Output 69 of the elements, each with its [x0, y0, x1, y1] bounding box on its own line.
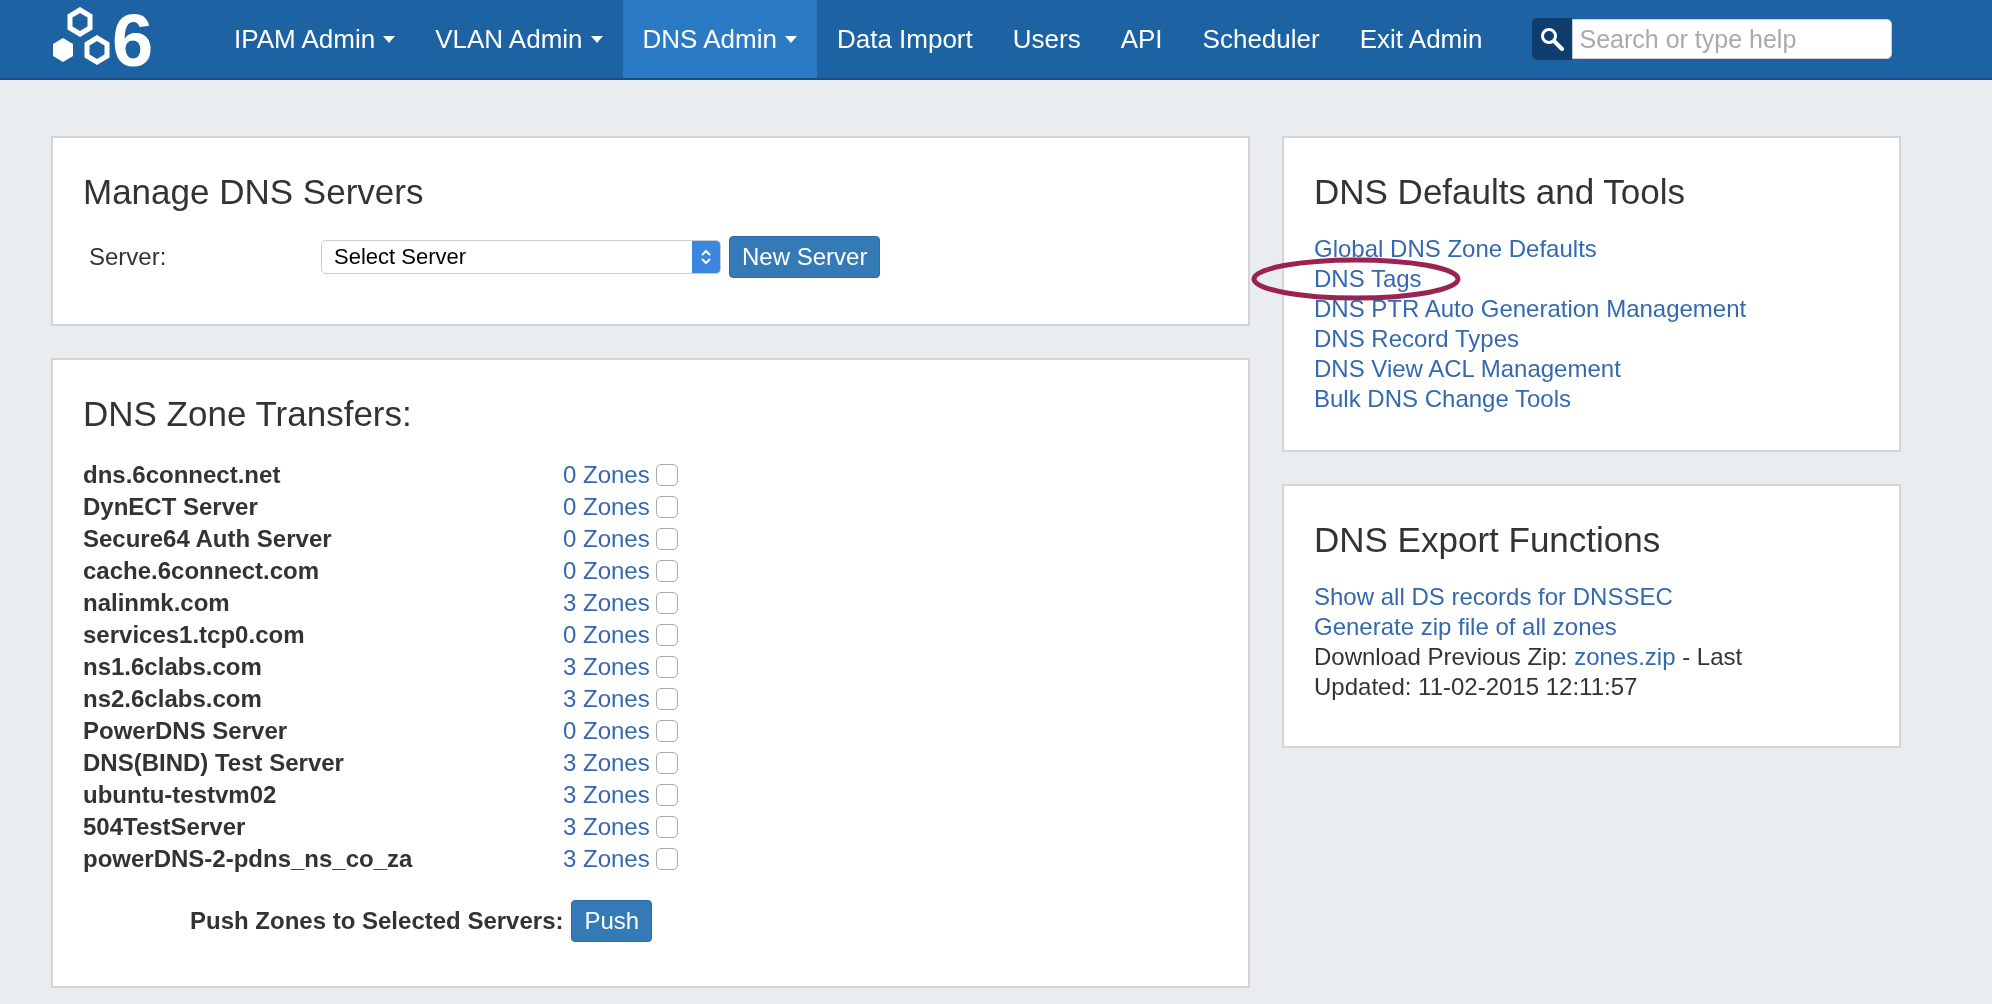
server-name: DNS(BIND) Test Server — [83, 749, 345, 777]
panel-title: DNS Zone Transfers: — [83, 394, 413, 434]
tool-link[interactable]: DNS View ACL Management — [1314, 355, 1621, 382]
server-checkbox[interactable] — [655, 752, 678, 774]
stepper-icon — [700, 247, 712, 267]
server-checkbox[interactable] — [655, 720, 678, 742]
tool-link[interactable]: DNS Record Types — [1314, 325, 1519, 352]
zones-link[interactable]: 3 Zones — [563, 684, 650, 714]
server-name: 504TestServer — [83, 813, 247, 841]
zones-link[interactable]: 3 Zones — [563, 780, 650, 810]
push-label: Push Zones to Selected Servers: — [190, 907, 564, 935]
server-checkbox[interactable] — [655, 848, 678, 870]
server-checkbox[interactable] — [655, 784, 678, 806]
nav-tab[interactable]: Scheduler — [1182, 0, 1340, 78]
server-checkbox[interactable] — [655, 464, 678, 486]
server-checkbox[interactable] — [655, 688, 678, 710]
zones-link[interactable]: 3 Zones — [563, 812, 650, 842]
server-name: cache.6connect.com — [83, 557, 321, 585]
server-name: dns.6connect.net — [83, 461, 282, 489]
nav-tab[interactable]: DNS Admin — [622, 0, 817, 78]
zones-link[interactable]: 0 Zones — [563, 556, 650, 586]
nav-tab[interactable]: Data Import — [816, 0, 993, 78]
zones-link[interactable]: 0 Zones — [563, 716, 650, 746]
panel-title: DNS Defaults and Tools — [1314, 172, 1686, 212]
server-name: ubuntu-testvm02 — [83, 781, 278, 809]
zones-link[interactable]: 0 Zones — [563, 620, 650, 650]
server-name: services1.tcp0.com — [83, 621, 306, 649]
export-link[interactable]: Show all DS records for DNSSEC — [1314, 582, 1673, 612]
server-name: Secure64 Auth Server — [83, 525, 333, 553]
server-checkbox[interactable] — [655, 528, 678, 550]
zones-link[interactable]: 0 Zones — [563, 492, 650, 522]
server-select[interactable]: Select Server — [321, 240, 721, 274]
tool-link[interactable]: Bulk DNS Change Tools — [1314, 385, 1572, 412]
export-link[interactable]: Generate zip file of all zones — [1314, 612, 1617, 642]
zones-link[interactable]: 0 Zones — [563, 524, 650, 554]
new-server-button[interactable]: New Server — [729, 236, 881, 278]
search-button[interactable] — [1532, 18, 1573, 60]
zip-link[interactable]: zones.zip — [1574, 643, 1676, 670]
server-name: powerDNS-2-pdns_ns_co_za — [83, 845, 414, 873]
server-checkbox[interactable] — [655, 560, 678, 582]
nav-tab[interactable]: VLAN Admin — [415, 0, 623, 78]
zones-link[interactable]: 3 Zones — [563, 652, 650, 682]
server-checkbox[interactable] — [655, 496, 678, 518]
zones-link[interactable]: 3 Zones — [563, 588, 650, 618]
server-name: nalinmk.com — [83, 589, 231, 617]
push-button[interactable]: Push — [571, 900, 653, 942]
server-name: ns1.6clabs.com — [83, 653, 263, 681]
nav-tab[interactable]: IPAM Admin — [214, 0, 416, 78]
server-checkbox[interactable] — [655, 592, 678, 614]
server-name: ns2.6clabs.com — [83, 685, 263, 713]
server-name: PowerDNS Server — [83, 717, 289, 745]
nav-tab[interactable]: Users — [992, 0, 1101, 78]
panel-title: Manage DNS Servers — [83, 172, 425, 212]
server-checkbox[interactable] — [655, 656, 678, 678]
search-icon — [1540, 27, 1565, 51]
server-checkbox[interactable] — [655, 816, 678, 838]
search-field[interactable]: Search or type help — [1572, 19, 1893, 59]
server-checkbox[interactable] — [655, 624, 678, 646]
download-text: Download Previous Zip: zones.zip - Last Updated: 11-02-2015 12:11:57 — [1314, 642, 1744, 702]
nav-tab[interactable]: Exit Admin — [1339, 0, 1503, 78]
server-label: Server: — [88, 243, 168, 271]
zones-link[interactable]: 0 Zones — [563, 460, 650, 490]
tool-link[interactable]: Global DNS Zone Defaults — [1314, 235, 1597, 262]
zones-link[interactable]: 3 Zones — [563, 844, 650, 874]
server-name: DynECT Server — [83, 493, 259, 521]
tool-link[interactable]: DNS PTR Auto Generation Management — [1314, 295, 1747, 322]
zones-link[interactable]: 3 Zones — [563, 748, 650, 778]
nav-tab[interactable]: API — [1100, 0, 1183, 78]
panel-title: DNS Export Functions — [1314, 520, 1662, 560]
